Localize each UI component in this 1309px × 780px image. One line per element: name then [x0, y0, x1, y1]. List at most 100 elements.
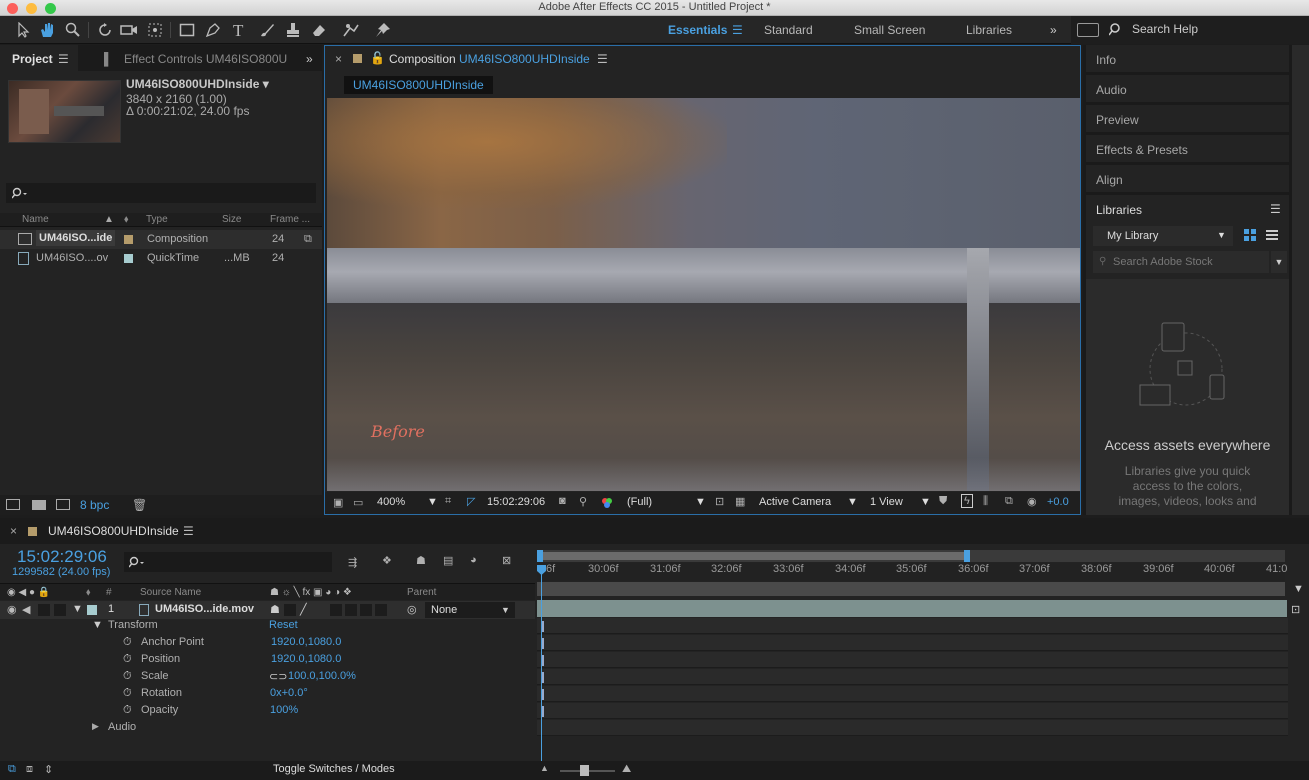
column-parent[interactable]: Parent [407, 586, 436, 600]
composition-viewer[interactable]: Before [327, 98, 1080, 491]
keyboard-shortcut-icon[interactable] [1077, 23, 1099, 37]
close-tab-icon[interactable]: × [335, 52, 342, 66]
project-search-input[interactable] [6, 183, 316, 203]
transform-reset-button[interactable]: Reset [269, 619, 298, 631]
workspace-small-screen[interactable]: Small Screen [854, 23, 925, 37]
label-color-swatch[interactable] [124, 254, 133, 263]
av-features-icons[interactable]: ◉ ◀ ● 🔒 [7, 586, 50, 600]
effects-presets-panel-header[interactable]: Effects & Presets [1086, 135, 1289, 163]
region-of-interest-icon[interactable]: ◸ [467, 495, 475, 508]
property-track[interactable] [537, 618, 1288, 634]
resolution-select[interactable]: (Full) [627, 496, 652, 508]
video-visibility-icon[interactable]: ◉ [7, 603, 17, 616]
tab-effect-controls[interactable]: Effect Controls UM46ISO800U [124, 52, 287, 66]
interpret-footage-icon[interactable] [6, 499, 20, 510]
exposure-value[interactable]: +0.0 [1047, 496, 1069, 508]
motion-blur-switch[interactable] [360, 604, 372, 616]
show-snapshot-icon[interactable]: ⚲ [579, 495, 587, 508]
navigator-end-handle[interactable] [964, 550, 970, 562]
rotation-tool-icon[interactable] [94, 19, 116, 41]
label-color-swatch[interactable] [87, 605, 97, 615]
adjustment-layer-switch[interactable] [375, 604, 387, 616]
timeline-zoom-slider-handle[interactable] [580, 765, 589, 776]
work-area-bar[interactable] [537, 582, 1285, 596]
label-color-swatch[interactable] [124, 235, 133, 244]
type-tool-icon[interactable]: T [228, 19, 250, 41]
collapse-switch[interactable] [284, 604, 296, 616]
camera-view-select[interactable]: Active Camera [759, 496, 831, 508]
close-tab-icon[interactable]: × [10, 524, 17, 538]
frame-blend-switch[interactable] [345, 604, 357, 616]
workspace-overflow-button[interactable]: » [1050, 23, 1057, 37]
grid-view-icon[interactable] [1244, 229, 1256, 241]
pan-behind-tool-icon[interactable] [144, 19, 166, 41]
composition-panel-menu-icon[interactable]: ☰ [597, 52, 608, 66]
twirl-down-icon[interactable]: ▼ [92, 619, 103, 631]
timeline-layer-row[interactable]: ◉ ◀ ▼ 1 UM46ISO...ide.mov ☗ ╱ ◎ None ▼ [0, 601, 535, 619]
fast-preview-bolt-icon[interactable]: ϟ [961, 494, 973, 508]
snapshot-camera-icon[interactable]: ◙ [559, 495, 566, 507]
hand-tool-icon[interactable] [36, 19, 58, 41]
property-track[interactable] [537, 652, 1288, 668]
pick-whip-icon[interactable]: ◎ [407, 603, 417, 616]
column-type[interactable]: Type [146, 213, 168, 227]
project-panel-menu-icon[interactable]: ☰ [58, 52, 69, 66]
toggle-pixel-aspect-icon[interactable]: ⛊ [939, 495, 947, 508]
camera-tool-icon[interactable] [118, 19, 140, 41]
audio-group-label[interactable]: Audio [108, 721, 136, 733]
column-source-name[interactable]: Source Name [140, 586, 201, 600]
rectangle-tool-icon[interactable] [176, 19, 198, 41]
property-track[interactable] [537, 635, 1288, 651]
toggle-switches-modes-button[interactable]: Toggle Switches / Modes [273, 763, 395, 775]
selection-tool-icon[interactable] [12, 19, 34, 41]
property-position-value[interactable]: 1920.0,1080.0 [271, 653, 341, 665]
libraries-panel-menu-icon[interactable]: ☰ [1270, 202, 1281, 216]
fit-icon[interactable]: ⌗ [445, 495, 451, 508]
frame-blending-icon[interactable]: ▤ [443, 554, 453, 567]
library-select[interactable]: My Library ▼ [1093, 226, 1233, 246]
timeline-end-marker-icon[interactable]: ▼ [1293, 583, 1305, 597]
layer-source-name[interactable]: UM46ISO...ide.mov [155, 603, 254, 615]
workspace-essentials[interactable]: Essentials [668, 23, 727, 37]
modes-pane-icon[interactable]: ⧈ [26, 763, 33, 776]
graph-editor-icon[interactable]: ⊠ [502, 554, 511, 567]
property-track[interactable] [537, 686, 1288, 702]
zoom-select[interactable]: 400% [377, 496, 405, 508]
stopwatch-icon[interactable]: ⏱ [123, 704, 132, 717]
layer-switches-pane-icon[interactable]: ⧉ [8, 763, 16, 776]
bit-depth-button[interactable]: 8 bpc [80, 498, 109, 512]
transparency-grid-icon[interactable]: ▦ [735, 495, 745, 508]
chevron-down-icon[interactable]: ▼ [847, 496, 858, 508]
shy-switch-icon[interactable]: ☗ [270, 603, 280, 616]
label-column-icon[interactable]: ⬧ [124, 213, 129, 227]
column-size[interactable]: Size [222, 213, 241, 227]
timeline-panel-menu-icon[interactable]: ☰ [183, 524, 194, 538]
property-anchor-point-value[interactable]: 1920.0,1080.0 [271, 636, 341, 648]
timeline-search-input[interactable] [124, 552, 332, 572]
eraser-tool-icon[interactable] [308, 19, 330, 41]
tab-project[interactable]: Project [12, 52, 53, 66]
list-view-icon[interactable] [1266, 229, 1278, 241]
zoom-out-icon[interactable]: ▲ [540, 763, 549, 773]
workspace-libraries[interactable]: Libraries [966, 23, 1012, 37]
time-navigator-bar[interactable] [537, 550, 1285, 562]
motion-blur-icon[interactable]: ◕ [470, 554, 477, 566]
layer-switches-icons[interactable]: ☗ ☼ ╲ fx ▣ ◕ ◑ ❖ [270, 586, 352, 600]
always-preview-icon[interactable]: ▣ [333, 496, 343, 509]
preview-panel-header[interactable]: Preview [1086, 105, 1289, 133]
view-layout-select[interactable]: 1 View [870, 496, 903, 508]
twirl-down-icon[interactable]: ▼ [72, 603, 83, 615]
right-scroll-gutter[interactable] [1292, 45, 1309, 515]
comp-marker-bin-icon[interactable]: ⊡ [1291, 603, 1307, 617]
puppet-pin-tool-icon[interactable] [372, 19, 394, 41]
twirl-right-icon[interactable]: ▶ [92, 721, 99, 732]
column-name[interactable]: Name [22, 213, 49, 227]
flowchart-icon[interactable]: ⧉ [1005, 495, 1013, 508]
stopwatch-icon[interactable]: ⏱ [123, 636, 132, 649]
info-panel-header[interactable]: Info [1086, 45, 1289, 73]
stopwatch-icon[interactable]: ⏱ [123, 670, 132, 683]
new-folder-icon[interactable] [32, 500, 46, 510]
comp-navigator-chip[interactable]: UM46ISO800UHDInside [344, 76, 493, 94]
stopwatch-icon[interactable]: ⏱ [123, 687, 132, 700]
lock-icon[interactable]: 🔓 [370, 51, 385, 65]
